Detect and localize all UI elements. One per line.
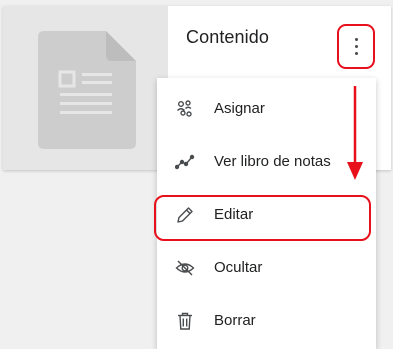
eye-slash-icon bbox=[175, 260, 195, 276]
assign-users-icon bbox=[177, 100, 192, 117]
pencil-icon bbox=[177, 207, 193, 223]
menu-item-label: Editar bbox=[214, 206, 254, 223]
chart-line-icon bbox=[175, 154, 195, 170]
menu-item-label: Borrar bbox=[214, 312, 256, 329]
screenshot-stage: Contenido Asignar Ver libro de notas Edi… bbox=[0, 0, 393, 349]
annotation-arrow bbox=[347, 86, 363, 180]
menu-item-label: Ver libro de notas bbox=[214, 153, 331, 170]
card-title: Contenido bbox=[186, 27, 269, 47]
menu-item-label: Ocultar bbox=[214, 259, 263, 276]
more-actions-button[interactable] bbox=[337, 24, 375, 69]
menu-item-edit[interactable]: Editar bbox=[157, 195, 376, 235]
menu-item-delete[interactable]: Borrar bbox=[157, 301, 376, 341]
document-icon bbox=[38, 31, 136, 149]
trash-icon bbox=[178, 312, 192, 330]
card-thumbnail bbox=[3, 6, 168, 170]
menu-item-label: Asignar bbox=[214, 100, 265, 117]
menu-item-hide[interactable]: Ocultar bbox=[157, 248, 376, 288]
